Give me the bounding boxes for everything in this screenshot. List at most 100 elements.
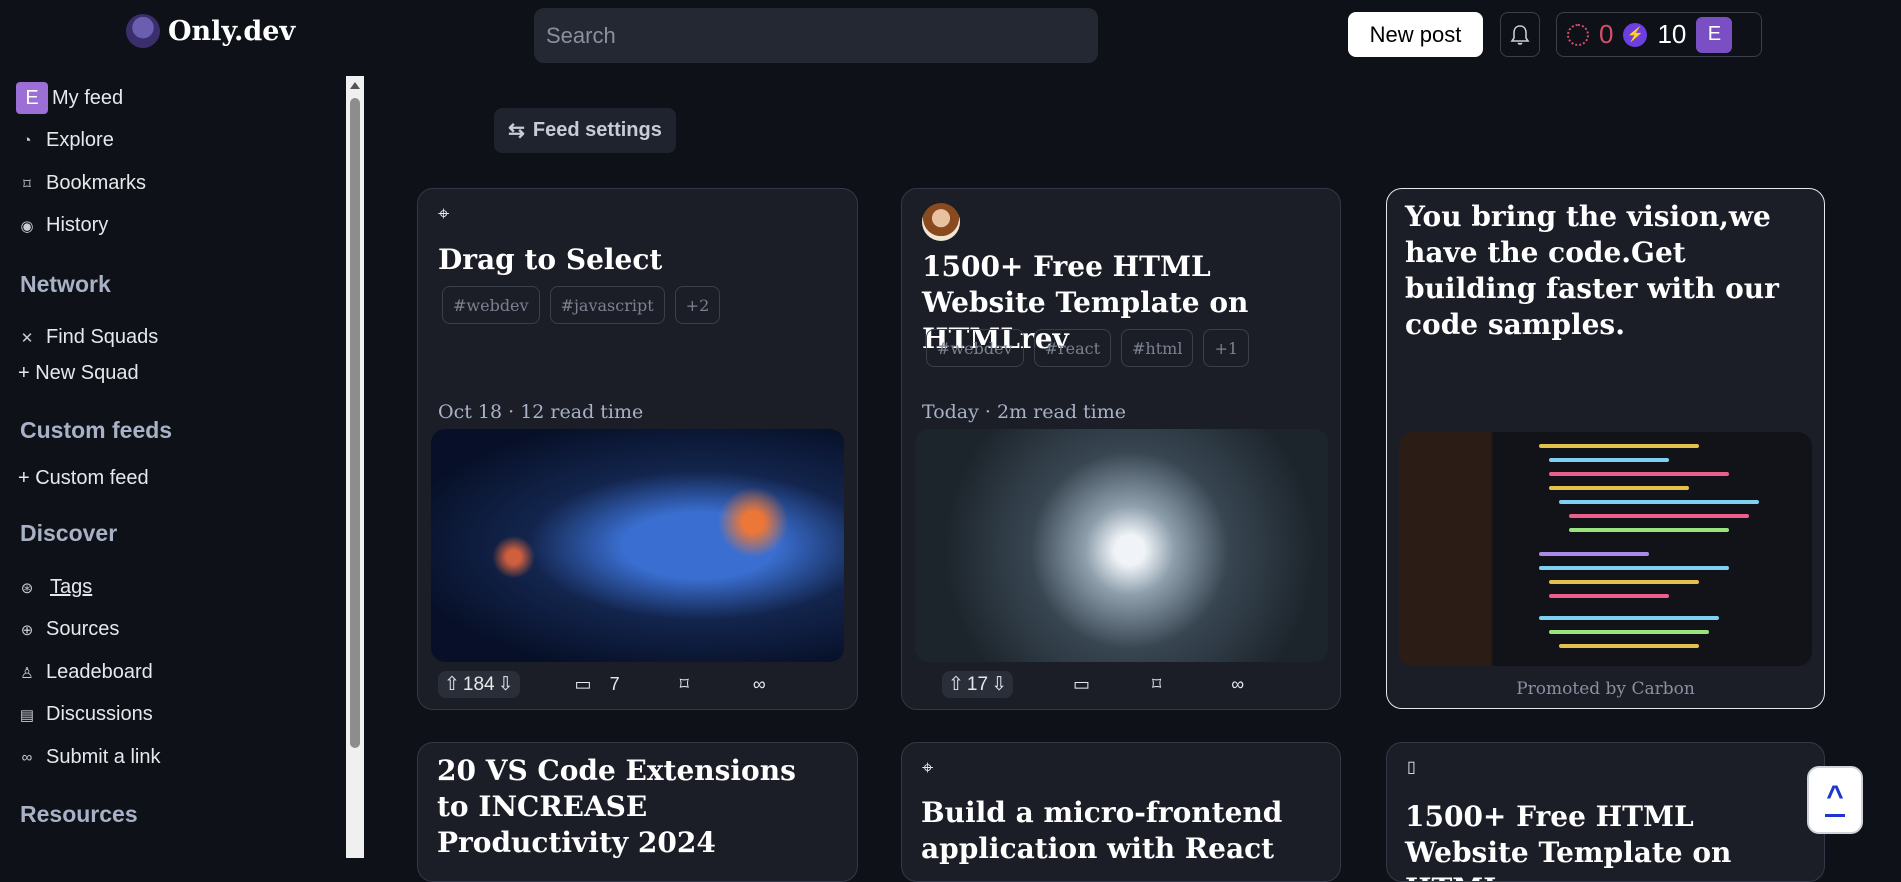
sidebar-item-explore[interactable]: ◔ Explore xyxy=(18,129,114,152)
feed-settings-button[interactable]: ⇆ Feed settings xyxy=(494,108,676,153)
tag-chip[interactable]: #webdev xyxy=(442,286,540,324)
sidebar-item-label: Bookmarks xyxy=(46,172,147,194)
sidebar-scrollbar[interactable] xyxy=(346,76,364,858)
notifications-button[interactable] xyxy=(1500,12,1540,57)
sidebar-item-leaderboard[interactable]: ♙ Leadeboard xyxy=(18,661,153,684)
post-title[interactable]: 20 VS Code Extensions to INCREASE Produc… xyxy=(437,753,837,861)
copy-link-icon[interactable]: ∞ xyxy=(753,674,766,695)
reputation-icon: ⚡ xyxy=(1623,22,1648,47)
sidebar-item-label: Sources xyxy=(46,618,120,640)
tag-chip[interactable]: +2 xyxy=(674,286,721,324)
link-icon: ∞ xyxy=(21,749,33,766)
sidebar-item-find-squads[interactable]: ✕ Find Squads xyxy=(18,326,159,349)
downvote-icon[interactable]: ⇩ xyxy=(991,673,1007,696)
post-card[interactable]: ▯ 1500+ Free HTML Website Template on HT… xyxy=(1386,742,1825,882)
scrollbar-thumb[interactable] xyxy=(350,98,360,748)
sidebar-item-new-squad[interactable]: + New Squad xyxy=(18,362,139,385)
sidebar-item-label: Explore xyxy=(46,129,114,151)
downvote-icon[interactable]: ⇩ xyxy=(498,673,514,696)
new-post-button[interactable]: New post xyxy=(1348,12,1483,57)
post-card[interactable]: ⌖ Build a micro-frontend application wit… xyxy=(901,742,1341,882)
search-input[interactable] xyxy=(534,8,1098,63)
tag-chip[interactable]: #webdev xyxy=(926,329,1024,367)
scroll-to-top-button[interactable]: ^ xyxy=(1807,766,1863,834)
post-title[interactable]: Build a micro-frontend application with … xyxy=(921,795,1321,867)
tag-chip[interactable]: #javascript xyxy=(549,286,665,324)
post-date: Oct 18 xyxy=(438,401,503,423)
upvote-control[interactable]: ⇧ 184 ⇩ xyxy=(438,671,520,698)
upvote-count: 17 xyxy=(966,673,989,695)
logo[interactable]: Only.dev xyxy=(126,14,295,48)
sidebar-item-my-feed[interactable]: E My feed xyxy=(16,82,123,114)
sidebar-item-label: Tags xyxy=(50,576,93,598)
hash-icon: ⊛ xyxy=(20,579,34,597)
copy-link-icon[interactable]: ∞ xyxy=(1231,674,1244,695)
post-title[interactable]: 1500+ Free HTML Website Template on HTML… xyxy=(1405,799,1805,881)
bookmark-icon[interactable]: ⌑ xyxy=(680,674,689,695)
post-read-time: 12 read time xyxy=(520,401,644,423)
sidebar-item-sources[interactable]: ⊕ Sources xyxy=(18,618,120,641)
sidebar-item-history[interactable]: ◉ History xyxy=(18,214,108,237)
sidebar-item-bookmarks[interactable]: ⌑ Bookmarks xyxy=(18,172,146,195)
sidebar-item-submit-link[interactable]: ∞ Submit a link xyxy=(18,746,161,769)
tag-chip[interactable]: +1 xyxy=(1203,329,1250,367)
post-card[interactable]: 20 VS Code Extensions to INCREASE Produc… xyxy=(417,742,858,882)
upvote-icon[interactable]: ⇧ xyxy=(444,673,460,696)
bookmark-icon: ⌑ xyxy=(23,175,31,193)
sidebar-item-label: Leadeboard xyxy=(46,661,153,683)
caret-up-icon: ^ xyxy=(1826,779,1844,813)
sidebar-item-tags[interactable]: ⊛ Tags xyxy=(18,576,93,599)
tag-chip[interactable]: #html xyxy=(1121,329,1194,367)
post-meta: Oct 18 · 12 read time xyxy=(438,401,644,423)
sidebar-item-label: Submit a link xyxy=(46,746,161,768)
post-date: Today xyxy=(922,401,979,423)
upvote-count: 184 xyxy=(462,673,495,695)
post-title[interactable]: Drag to Select xyxy=(438,242,838,278)
author-avatar[interactable] xyxy=(922,203,960,241)
section-title-resources: Resources xyxy=(20,801,138,827)
streak-icon xyxy=(1567,23,1589,46)
eye-icon: ◉ xyxy=(20,217,34,235)
user-avatar[interactable]: E xyxy=(1696,16,1733,53)
comment-icon[interactable]: ▭ xyxy=(575,674,592,695)
my-feed-avatar: E xyxy=(16,82,48,114)
squads-icon: ✕ xyxy=(20,329,34,347)
promo-image[interactable] xyxy=(1399,432,1812,666)
section-title-discover: Discover xyxy=(20,520,118,546)
section-title-custom-feeds: Custom feeds xyxy=(20,417,173,443)
post-thumbnail[interactable] xyxy=(431,429,844,662)
post-card[interactable]: ⌖ Drag to Select #webdev #javascript +2 … xyxy=(417,188,858,710)
streak-count: 0 xyxy=(1599,19,1614,49)
upvote-icon[interactable]: ⇧ xyxy=(948,673,964,696)
post-actions: ⇧ 17 ⇩ ▭ ⌑ ∞ xyxy=(942,671,1322,698)
sidebar-item-label: + Custom feed xyxy=(18,467,149,489)
post-card[interactable]: 1500+ Free HTML Website Template on HTML… xyxy=(901,188,1341,710)
sidebar-item-label: My feed xyxy=(52,86,124,109)
post-tags: #webdev #react #html +1 xyxy=(926,329,1250,367)
crosshair-icon: ⌖ xyxy=(922,757,934,779)
promoted-card[interactable]: You bring the vision,we have the code.Ge… xyxy=(1386,188,1825,709)
post-read-time: 2m read time xyxy=(997,401,1126,423)
sidebar-item-label: Find Squads xyxy=(46,326,159,348)
sidebar-item-custom-feed[interactable]: + Custom feed xyxy=(18,467,149,490)
scroll-up-arrow-icon[interactable] xyxy=(350,82,360,89)
post-thumbnail[interactable] xyxy=(915,429,1328,662)
upvote-control[interactable]: ⇧ 17 ⇩ xyxy=(942,671,1013,698)
bookmark-icon[interactable]: ⌑ xyxy=(1152,674,1161,695)
logo-text: Only.dev xyxy=(168,15,296,47)
promo-attribution[interactable]: Promoted by Carbon xyxy=(1387,679,1824,699)
comment-count: 7 xyxy=(609,674,620,694)
reputation-count: 10 xyxy=(1657,19,1687,49)
sidebar-item-discussions[interactable]: ▤ Discussions xyxy=(18,703,153,726)
sidebar-item-label: + New Squad xyxy=(18,362,139,384)
comment-icon: ▤ xyxy=(19,706,35,724)
profile-stats[interactable]: 0 ⚡ 10 E xyxy=(1556,12,1762,57)
globe-icon: ⊕ xyxy=(20,621,34,639)
bell-icon xyxy=(1510,24,1530,45)
section-title-network: Network xyxy=(20,271,111,297)
promo-title[interactable]: You bring the vision,we have the code.Ge… xyxy=(1405,199,1805,343)
tag-chip[interactable]: #react xyxy=(1033,329,1112,367)
comment-icon[interactable]: ▭ xyxy=(1073,674,1090,695)
explore-icon: ◔ xyxy=(22,132,32,149)
sidebar-item-label: History xyxy=(46,214,109,236)
